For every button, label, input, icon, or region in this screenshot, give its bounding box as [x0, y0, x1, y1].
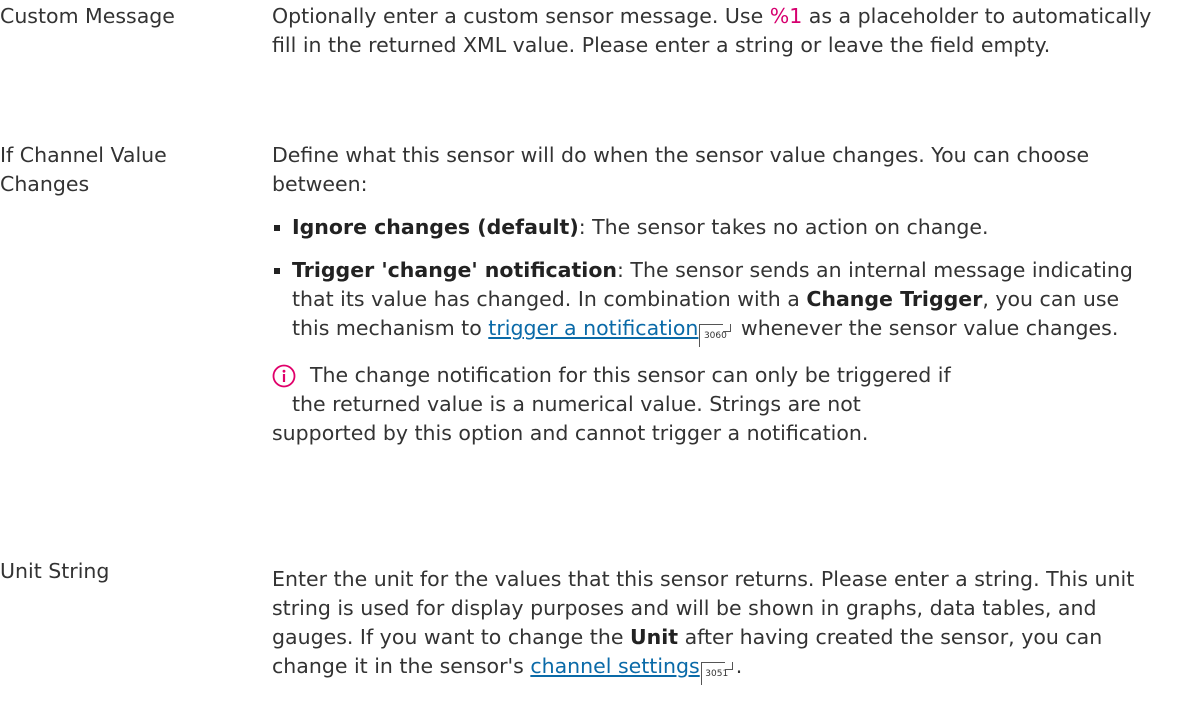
- custom-message-description: Optionally enter a custom sensor message…: [272, 4, 1152, 57]
- channel-value-changes-label: If Channel Value Changes: [0, 143, 167, 196]
- placeholder-token: %1: [769, 4, 803, 28]
- option-ignore-changes: Ignore changes (default): The sensor tak…: [272, 213, 1152, 242]
- page-ref-3051[interactable]: 3051: [700, 662, 733, 685]
- option-trigger-change-notification: Trigger 'change' notification: The senso…: [272, 256, 1152, 347]
- info-icon: [272, 364, 296, 388]
- trigger-notification-link[interactable]: trigger a notification: [488, 316, 698, 340]
- channel-settings-link[interactable]: channel settings: [530, 654, 699, 678]
- unit-string-description: Enter the unit for the values that this …: [272, 565, 1152, 685]
- unit-string-label: Unit String: [0, 559, 110, 583]
- page-ref-3060[interactable]: 3060: [699, 324, 732, 347]
- change-notification-note: The change notification for this sensor …: [272, 363, 951, 445]
- channel-value-changes-description: Define what this sensor will do when the…: [272, 141, 1152, 448]
- option-list: Ignore changes (default): The sensor tak…: [272, 213, 1152, 347]
- intro-text: Define what this sensor will do when the…: [272, 143, 1090, 196]
- custom-message-label: Custom Message: [0, 4, 175, 28]
